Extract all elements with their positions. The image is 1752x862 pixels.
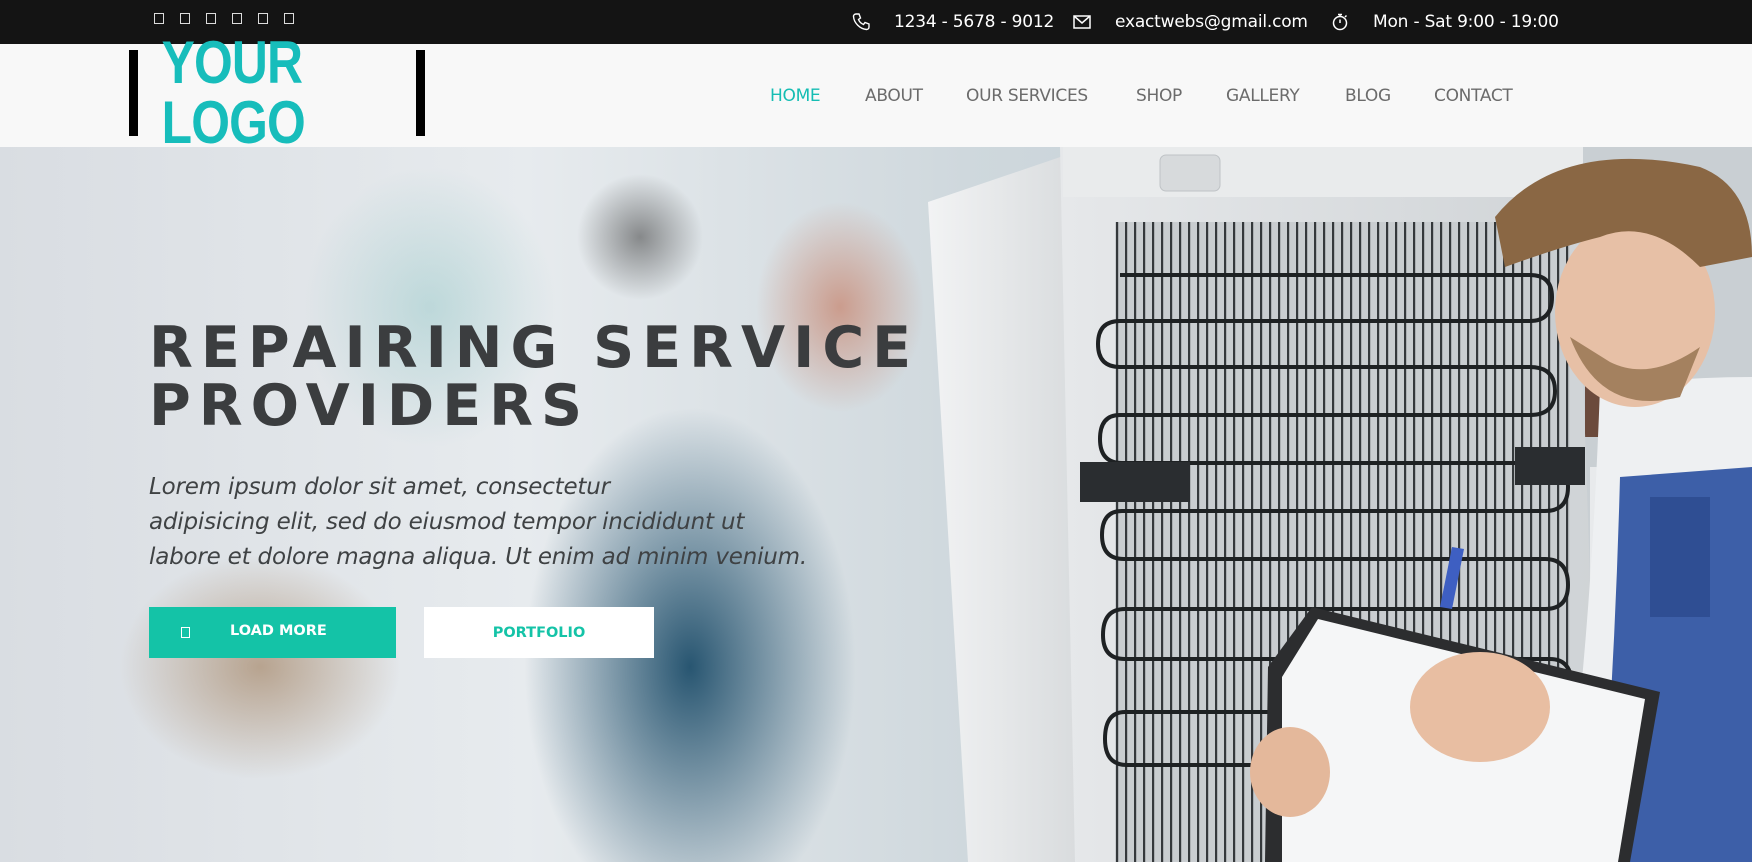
nav-home[interactable]: HOME [770,86,821,106]
hero-title: REPAIRING SERVICE PROVIDERS [149,319,969,435]
stopwatch-icon [1330,12,1350,32]
site-header: YOUR LOGO HOME ABOUT OUR SERVICES SHOP G… [0,33,1752,153]
load-more-button[interactable]: LOAD MORE [149,607,396,658]
nav-our-services[interactable]: OUR SERVICES [966,86,1088,106]
hero-description: Lorem ipsum dolor sit amet, consectetur … [149,470,909,575]
linkedin-icon[interactable] [232,13,242,24]
envelope-icon [1072,12,1092,32]
nav-shop[interactable]: SHOP [1136,86,1182,106]
email-address[interactable]: exactwebs@gmail.com [1115,12,1308,32]
youtube-icon[interactable] [284,13,294,24]
social-links [154,13,294,24]
hero-title-line-1: REPAIRING SERVICE [149,315,920,381]
main-nav: HOME ABOUT OUR SERVICES SHOP GALLERY BLO… [0,44,1752,147]
portfolio-label: PORTFOLIO [492,624,586,641]
nav-contact[interactable]: CONTACT [1434,86,1513,106]
hero-title-line-2: PROVIDERS [149,373,591,439]
portfolio-button[interactable]: PORTFOLIO [424,607,654,658]
load-more-label: LOAD MORE [230,623,327,639]
phone-icon [851,12,871,32]
facebook-icon[interactable] [154,13,164,24]
hero-text-line-3: labore et dolore magna aliqua. Ut enim a… [149,544,807,570]
hours-contact: Mon - Sat 9:00 - 19:00 [1330,0,1559,44]
arrow-icon [181,627,190,638]
phone-contact: 1234 - 5678 - 9012 [851,0,1054,44]
hero-banner: REPAIRING SERVICE PROVIDERS Lorem ipsum … [0,147,1752,862]
phone-number: 1234 - 5678 - 9012 [894,12,1055,32]
email-contact: exactwebs@gmail.com [1072,0,1308,44]
hero-text-line-2: adipisicing elit, sed do eiusmod tempor … [149,509,745,535]
instagram-icon[interactable] [258,13,268,24]
nav-gallery[interactable]: GALLERY [1226,86,1300,106]
twitter-icon[interactable] [180,13,190,24]
nav-blog[interactable]: BLOG [1345,86,1391,106]
business-hours: Mon - Sat 9:00 - 19:00 [1373,12,1559,32]
hero-text-line-1: Lorem ipsum dolor sit amet, consectetur [149,474,610,500]
google-plus-icon[interactable] [206,13,216,24]
nav-about[interactable]: ABOUT [865,86,923,106]
